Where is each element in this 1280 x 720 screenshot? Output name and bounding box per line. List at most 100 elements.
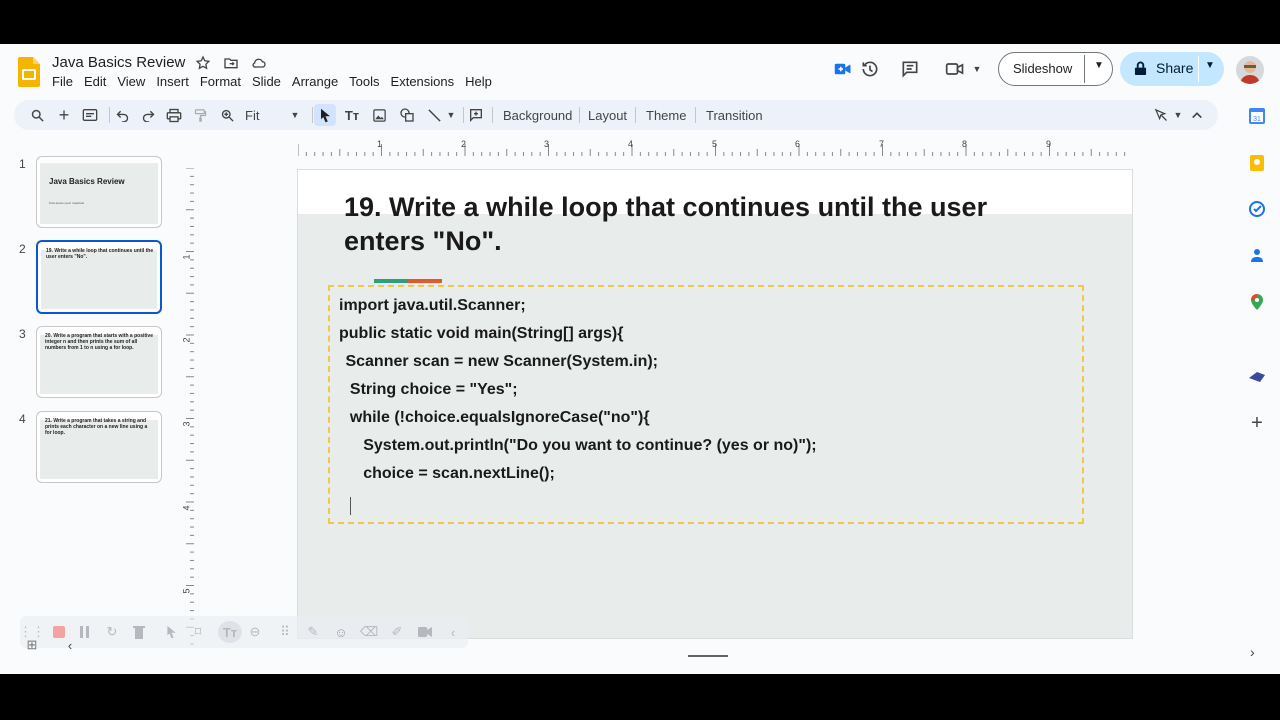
magic-wand-icon[interactable]: ✎ (305, 624, 321, 640)
zoom-dropdown-icon[interactable]: ▼ (288, 106, 302, 124)
addon-icon[interactable] (1248, 367, 1266, 385)
thumbnail-title: Java Basics Review (49, 177, 125, 186)
theme-button[interactable]: Theme (646, 106, 686, 124)
slide-title[interactable]: 19. Write a while loop that continues un… (344, 190, 1064, 258)
restart-icon[interactable]: ↻ (104, 624, 120, 640)
horizontal-ruler[interactable]: 1 2 3 4 5 6 7 8 9 (298, 139, 1132, 156)
move-folder-icon[interactable] (222, 54, 240, 72)
cloud-status-icon[interactable] (250, 54, 268, 72)
slides-logo-icon[interactable] (18, 57, 40, 87)
share-dropdown-icon[interactable]: ▼ (1205, 60, 1215, 71)
meet-icon[interactable] (832, 58, 854, 80)
slide-thumbnail-4[interactable]: 21. Write a program that takes a string … (36, 411, 162, 483)
emoji-icon[interactable]: ☺ (333, 624, 349, 640)
video-camera-icon[interactable] (417, 624, 433, 640)
slideshow-dropdown-icon[interactable]: ▼ (1094, 60, 1104, 71)
pause-icon[interactable] (77, 624, 93, 640)
zoom-select-value[interactable]: Fit (245, 106, 265, 124)
grid-dots-icon[interactable]: ⠿ (277, 624, 293, 640)
collapse-toolbar-icon[interactable] (1188, 106, 1206, 124)
vertical-ruler[interactable]: 1 2 3 4 5 (180, 168, 194, 648)
collapse-filmstrip-icon[interactable]: ‹ (62, 637, 78, 653)
code-text-box[interactable]: import java.util.Scanner; public static … (328, 285, 1084, 524)
slides-app: Java Basics Review File Edit View Insert… (0, 44, 1280, 674)
camera-dropdown-icon[interactable]: ▼ (966, 58, 988, 80)
share-button[interactable]: Share ▼ (1120, 52, 1224, 86)
expand-side-panel-icon[interactable]: › (1250, 644, 1255, 660)
slide-thumbnail-3[interactable]: 20. Write a program that starts with a p… (36, 326, 162, 398)
menu-extensions[interactable]: Extensions (391, 74, 462, 90)
menu-format[interactable]: Format (200, 74, 248, 90)
menu-file[interactable]: File (52, 74, 80, 90)
lock-icon (1134, 61, 1147, 79)
slide-canvas[interactable]: 19. Write a while loop that continues un… (297, 169, 1133, 639)
insert-image-icon[interactable] (370, 106, 388, 124)
layout-button[interactable]: Layout (588, 106, 627, 124)
speaker-notes-resize-handle[interactable] (688, 655, 728, 657)
eraser-icon[interactable]: ⌫ (360, 624, 378, 640)
text-box-icon[interactable]: Tт (343, 106, 361, 124)
menu-slide[interactable]: Slide (252, 74, 288, 90)
apps-grid-icon[interactable]: ⊞ (24, 637, 40, 653)
new-slide-layout-icon[interactable] (81, 106, 99, 124)
get-addons-plus-icon[interactable]: + (1248, 412, 1266, 434)
pen-mode-icon[interactable] (1152, 106, 1170, 124)
thumbnail-subtitle: Post-lesson quiz materials (49, 201, 85, 205)
slideshow-label: Slideshow (1013, 61, 1073, 76)
line-icon[interactable] (425, 106, 443, 124)
document-title[interactable]: Java Basics Review (52, 54, 185, 71)
search-menus-icon[interactable] (28, 106, 46, 124)
ruler-label: 9 (1046, 139, 1052, 149)
text-tool-icon[interactable]: Tт (218, 621, 242, 643)
menu-edit[interactable]: Edit (84, 74, 113, 90)
redo-icon[interactable] (139, 106, 157, 124)
new-slide-icon[interactable]: + (55, 105, 73, 125)
menu-bar: File Edit View Insert Format Slide Arran… (52, 74, 503, 90)
ruler-label: 2 (181, 337, 192, 343)
collapse-overlay-icon[interactable]: ‹ (445, 624, 461, 640)
menu-view[interactable]: View (117, 74, 152, 90)
pen-mode-dropdown-icon[interactable]: ▼ (1172, 106, 1184, 124)
tasks-icon[interactable] (1248, 200, 1266, 218)
svg-text:31: 31 (1253, 116, 1261, 123)
comments-icon[interactable] (899, 58, 921, 80)
ruler-label: 7 (879, 139, 885, 149)
line-dropdown-icon[interactable]: ▼ (445, 106, 457, 124)
menu-help[interactable]: Help (465, 74, 499, 90)
slide-title-line-1: 19. Write a while loop that continues un… (344, 192, 988, 222)
menu-insert[interactable]: Insert (156, 74, 196, 90)
main-toolbar: + Fit ▼ Tт ▼ Background Layout Theme Tra… (14, 100, 1218, 130)
transition-button[interactable]: Transition (706, 106, 763, 124)
undo-icon[interactable] (113, 106, 131, 124)
ruler-label: 2 (461, 139, 467, 149)
shape-icon[interactable] (398, 106, 416, 124)
crop-icon[interactable]: ⌑ (190, 624, 206, 640)
minus-circle-icon[interactable]: ⊖ (247, 624, 263, 640)
zoom-icon[interactable] (218, 106, 236, 124)
avatar[interactable] (1236, 56, 1264, 84)
pointer-icon[interactable] (163, 624, 179, 640)
camera-icon[interactable] (944, 58, 966, 80)
slide-number: 1 (19, 157, 26, 171)
print-icon[interactable] (165, 106, 183, 124)
slide-thumbnail-2[interactable]: 19. Write a while loop that continues un… (36, 240, 162, 314)
keep-icon[interactable] (1248, 154, 1266, 172)
slide-number: 4 (19, 412, 26, 426)
calendar-icon[interactable]: 31 (1248, 107, 1266, 125)
star-icon[interactable] (194, 54, 212, 72)
pen-off-icon[interactable]: ✐ (389, 624, 405, 640)
slide-thumbnail-1[interactable]: Java Basics Review Post-lesson quiz mate… (36, 156, 162, 228)
thumbnail-title: 19. Write a while loop that continues un… (46, 248, 154, 260)
menu-arrange[interactable]: Arrange (292, 74, 345, 90)
select-tool-icon[interactable] (314, 104, 336, 126)
maps-icon[interactable] (1248, 293, 1266, 311)
paint-format-icon[interactable] (191, 106, 209, 124)
add-comment-icon[interactable] (467, 106, 485, 124)
trash-icon[interactable] (131, 624, 147, 640)
slideshow-button[interactable]: Slideshow ▼ (998, 52, 1113, 86)
recording-overlay-toolbar: ⋮⋮ ↻ ⌑ Tт ⊖ ⠿ ✎ ☺ ⌫ ✐ ‹ (19, 616, 468, 648)
menu-tools[interactable]: Tools (349, 74, 386, 90)
version-history-icon[interactable] (859, 58, 881, 80)
contacts-icon[interactable] (1248, 246, 1266, 264)
background-button[interactable]: Background (503, 106, 572, 124)
